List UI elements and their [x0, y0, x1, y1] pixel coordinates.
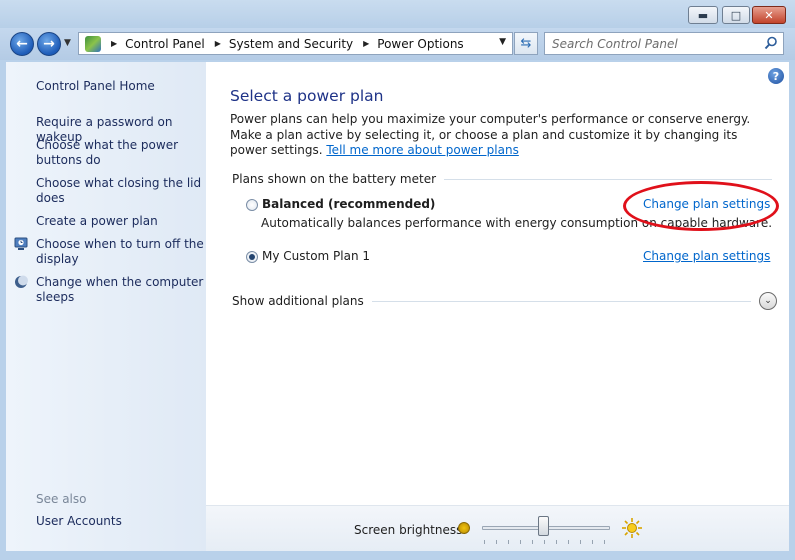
sidebar: Control Panel Home Require a password on… — [6, 62, 206, 551]
sidebar-item-create-plan[interactable]: Create a power plan — [36, 214, 204, 229]
bright-sun-icon — [622, 518, 642, 538]
sidebar-item-closing-lid[interactable]: Choose what closing the lid does — [36, 176, 204, 206]
breadcrumb-power-options[interactable]: Power Options — [377, 37, 463, 51]
breadcrumb-arrow-icon[interactable]: ▶ — [215, 39, 221, 48]
breadcrumb-control-panel[interactable]: Control Panel — [125, 37, 205, 51]
highlight-annotation-ellipse — [623, 181, 779, 231]
group-label: Plans shown on the battery meter — [232, 172, 437, 186]
plan-name-balanced[interactable]: Balanced (recommended) — [262, 197, 435, 211]
group-divider — [444, 178, 772, 180]
search-icon[interactable] — [764, 36, 778, 50]
brightness-label: Screen brightness: — [354, 523, 467, 537]
search-box[interactable] — [544, 32, 784, 55]
plan-radio-balanced[interactable] — [246, 199, 258, 211]
brightness-bar: Screen brightness: — [206, 505, 789, 551]
minimize-button[interactable]: ▬ — [688, 6, 718, 24]
sidebar-item-computer-sleeps[interactable]: Change when the computer sleeps — [36, 275, 204, 305]
breadcrumb-arrow-icon[interactable]: ▶ — [363, 39, 369, 48]
change-plan-settings-custom-link[interactable]: Change plan settings — [643, 249, 770, 263]
see-also-heading: See also — [36, 492, 87, 506]
show-additional-plans-row[interactable]: Show additional plans ⌄ — [232, 291, 777, 311]
sidebar-item-power-buttons[interactable]: Choose what the power buttons do — [36, 138, 204, 168]
close-button[interactable]: ✕ — [752, 6, 786, 24]
intro-paragraph: Power plans can help you maximize your c… — [230, 112, 770, 159]
navigation-bar: ← → ▼ ▶ Control Panel ▶ System and Secur… — [0, 28, 795, 60]
address-bar[interactable]: ▶ Control Panel ▶ System and Security ▶ … — [78, 32, 513, 55]
back-button[interactable]: ← — [10, 32, 34, 56]
plan-radio-custom[interactable] — [246, 251, 258, 263]
sidebar-item-turn-off-display[interactable]: Choose when to turn off the display — [36, 237, 204, 267]
sleep-moon-icon — [15, 275, 28, 288]
refresh-icon: ⇆ — [520, 36, 532, 51]
page-title: Select a power plan — [230, 87, 384, 105]
display-icon — [14, 237, 28, 250]
window-frame-bottom — [0, 551, 795, 560]
main-content: ? Select a power plan Power plans can he… — [206, 62, 789, 551]
expand-chevron-down-icon[interactable]: ⌄ — [759, 292, 777, 310]
plan-name-custom[interactable]: My Custom Plan 1 — [262, 249, 370, 263]
sidebar-item-user-accounts[interactable]: User Accounts — [36, 514, 204, 529]
search-input[interactable] — [552, 36, 752, 51]
maximize-button[interactable]: □ — [722, 6, 750, 24]
dim-brightness-icon — [458, 522, 470, 534]
refresh-button[interactable]: ⇆ — [514, 32, 538, 55]
breadcrumb-arrow-icon[interactable]: ▶ — [111, 39, 117, 48]
brightness-slider-ticks — [484, 540, 608, 544]
help-icon[interactable]: ? — [768, 68, 784, 84]
recent-pages-chevron-down-icon[interactable]: ▼ — [64, 38, 71, 48]
title-bar: ▬ □ ✕ — [0, 0, 795, 28]
control-panel-icon — [85, 35, 101, 52]
brightness-slider-thumb[interactable] — [537, 516, 549, 536]
additional-divider — [371, 300, 751, 302]
sidebar-item-control-panel-home[interactable]: Control Panel Home — [36, 79, 204, 94]
forward-button[interactable]: → — [37, 32, 61, 56]
window-frame-right — [789, 60, 795, 560]
tell-me-more-link[interactable]: Tell me more about power plans — [326, 143, 518, 157]
show-additional-plans-label[interactable]: Show additional plans — [232, 294, 364, 308]
breadcrumb-system-and-security[interactable]: System and Security — [229, 37, 353, 51]
address-dropdown-chevron-down-icon[interactable]: ▼ — [499, 37, 506, 47]
